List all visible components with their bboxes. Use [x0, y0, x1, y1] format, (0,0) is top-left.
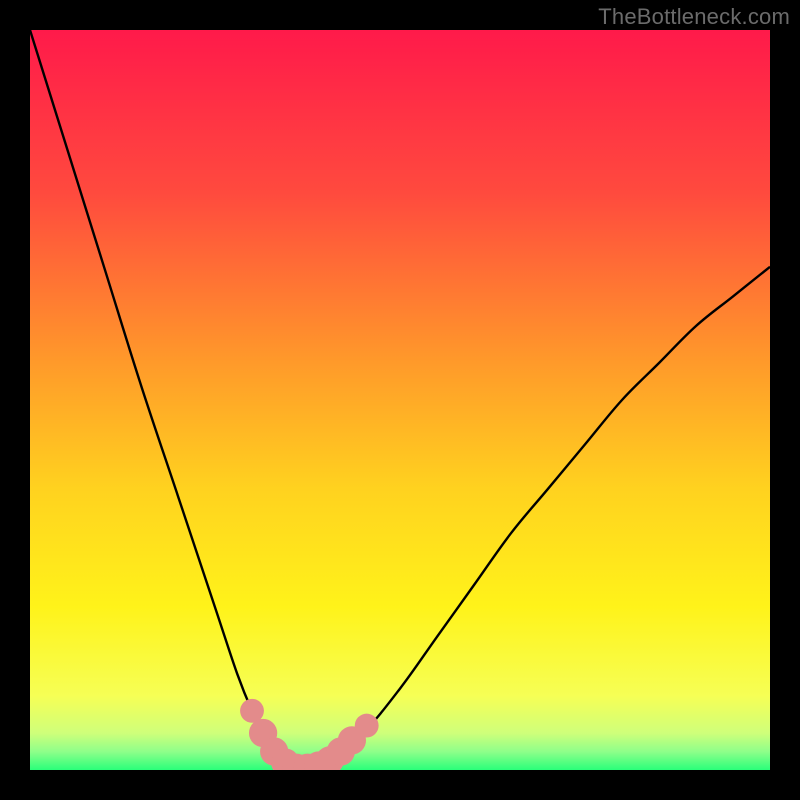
watermark-label: TheBottleneck.com	[598, 4, 790, 30]
bottleneck-chart	[30, 30, 770, 770]
marker-dot	[355, 714, 379, 738]
plot-area	[30, 30, 770, 770]
chart-frame: TheBottleneck.com	[0, 0, 800, 800]
gradient-background	[30, 30, 770, 770]
